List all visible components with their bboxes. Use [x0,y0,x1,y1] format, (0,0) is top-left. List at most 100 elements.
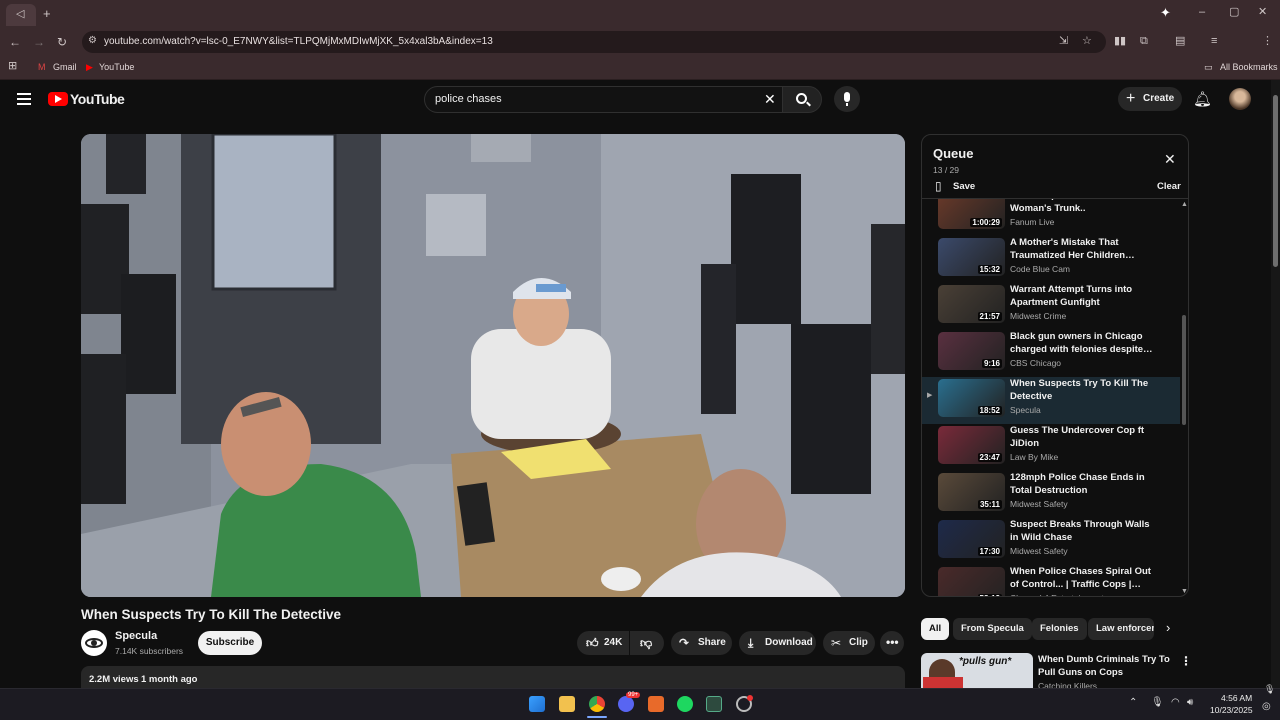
queue-item-thumbnail[interactable]: 21:57 [938,285,1005,323]
queue-item-duration: 23:47 [977,453,1002,462]
scroll-down-arrow-icon[interactable]: ▼ [1181,588,1188,595]
terminal-icon[interactable] [706,696,722,712]
clear-search-icon[interactable]: ✕ [764,91,776,108]
notification-center-icon[interactable]: ◎ [1262,701,1271,712]
minimize-icon[interactable]: – [1199,7,1205,18]
reload-icon[interactable]: ↻ [57,36,67,48]
queue-item[interactable]: 21:57 Warrant Attempt Turns into Apartmen… [922,283,1180,330]
save-bookmark-icon[interactable]: ▯ [935,179,942,193]
volume-icon[interactable]: 🔊︎ [1187,697,1193,708]
gemini-icon[interactable]: ✦ [1160,6,1171,19]
like-button[interactable]: 👍︎ 24K [577,631,629,655]
chip-felonies[interactable]: Felonies [1032,618,1087,640]
queue-item[interactable]: 17:30 Suspect Breaks Through Walls in Wil… [922,518,1180,565]
share-button[interactable]: ↷ Share [671,631,732,655]
queue-item[interactable]: 35:11 128mph Police Chase Ends in Total D… [922,471,1180,518]
queue-item-thumbnail[interactable]: 18:52 [938,379,1005,417]
close-queue-icon[interactable]: ✕ [1164,151,1176,168]
close-window-icon[interactable]: ✕ [1258,7,1267,18]
scroll-up-arrow-icon[interactable]: ▲ [1181,201,1188,208]
youtube-logo-icon[interactable] [48,92,68,106]
puzzle-icon[interactable]: ⧉ [1140,36,1148,47]
dislike-button[interactable]: 👎︎ [630,631,664,655]
chrome-icon[interactable] [589,696,605,712]
voice-search-button[interactable] [834,86,860,112]
bookmark-star-icon[interactable]: ☆ [1082,36,1092,47]
tray-mic-icon[interactable]: 🎙︎ [1151,697,1164,708]
browser-tab[interactable]: ◁ [6,4,36,26]
queue-item-thumbnail[interactable]: 35:11 [938,473,1005,511]
url-field[interactable]: ⚙ youtube.com/watch?v=lsc-0_E7NWY&list=T… [82,31,1106,53]
subscriber-count: 7.14K subscribers [115,646,184,656]
cast-icon[interactable]: ≡ [1211,36,1217,47]
channel-name[interactable]: Specula [115,630,157,642]
more-actions-button[interactable]: ••• [880,631,904,655]
app-a-icon[interactable] [648,696,664,712]
page-scrollbar-thumb[interactable] [1273,95,1278,267]
queue-save-button[interactable]: Save [953,181,975,192]
discord-icon[interactable] [618,696,634,712]
youtube-logo-text[interactable]: YouTube [70,91,125,107]
file-explorer-icon[interactable] [559,696,575,712]
queue-item-thumbnail[interactable]: 17:30 [938,520,1005,558]
chips-next-icon[interactable]: › [1166,620,1170,635]
extension-icon[interactable]: ▮▮ [1114,36,1126,47]
sidepanel-icon[interactable]: ▤ [1175,36,1185,47]
download-button[interactable]: ⤓ Download [739,631,816,655]
clip-button[interactable]: ✂ Clip [823,631,875,655]
windows-start-icon[interactable] [529,696,545,712]
account-avatar[interactable] [1229,88,1251,110]
queue-item-thumbnail[interactable]: 1:00:29 [938,199,1005,229]
all-bookmarks[interactable]: All Bookmarks [1220,61,1278,73]
queue-item[interactable]: 58:13 When Police Chases Spiral Out of Co… [922,565,1180,596]
chip-law-enforcement[interactable]: Law enforcem [1088,618,1154,640]
view-count: 2.2M views [89,674,139,685]
description-box[interactable]: 2.2M views 1 month ago [81,666,905,690]
bookmark-gmail[interactable]: Gmail [53,61,77,73]
menu-icon[interactable]: ⋮ [1262,36,1273,47]
queue-item-thumbnail[interactable]: 9:16 [938,332,1005,370]
maximize-icon[interactable]: ▢ [1229,7,1239,18]
queue-item[interactable]: ▶ 18:52 When Suspects Try To Kill The Dete… [922,377,1180,424]
site-info-icon[interactable]: ⚙ [88,36,97,46]
video-player[interactable] [81,134,905,597]
hamburger-menu-icon[interactable] [17,93,31,105]
wifi-icon[interactable]: ◠ [1171,697,1180,708]
search-value: police chases [435,93,502,105]
back-icon[interactable]: ← [9,36,21,48]
queue-item-thumbnail[interactable]: 58:13 [938,567,1005,596]
bookmark-youtube[interactable]: YouTube [99,61,134,73]
page-scrollbar-track[interactable] [1271,80,1280,688]
subscribe-button[interactable]: Subscribe [198,631,262,655]
queue-item-thumbnail[interactable]: 15:32 [938,238,1005,276]
recommended-more-icon[interactable]: ⋮ [1180,654,1192,668]
channel-avatar[interactable] [81,630,107,656]
install-icon[interactable]: ⇲ [1059,36,1068,47]
chip-from-specula[interactable]: From Specula [953,618,1032,640]
queue-item[interactable]: 9:16 Black gun owners in Chicago charged … [922,330,1180,377]
video-frame [81,134,905,597]
like-count: 24K [604,637,623,648]
spotify-icon[interactable] [677,696,693,712]
queue-item[interactable]: 15:32 A Mother's Mistake That Traumatized… [922,236,1180,283]
notifications-bell-icon[interactable]: 🔔︎ [1193,90,1212,108]
clock-date[interactable]: 10/23/2025 [1210,705,1253,715]
active-app-indicator [587,716,607,718]
queue-item-thumbnail[interactable]: 23:47 [938,426,1005,464]
queue-scrollbar[interactable] [1182,315,1186,425]
apps-grid-icon[interactable]: ⊞ [8,61,17,72]
recommended-thumbnail[interactable]: *pulls gun* [921,653,1033,688]
clock-time[interactable]: 4:56 AM [1221,693,1252,703]
queue-item[interactable]: 23:47 Guess The Undercover Cop ft JiDion L… [922,424,1180,471]
search-button[interactable] [782,86,822,113]
forward-icon[interactable]: → [33,36,45,48]
queue-clear-button[interactable]: Clear [1157,181,1181,192]
create-button[interactable]: + Create [1118,87,1182,111]
tray-overflow-icon[interactable]: ⌃ [1129,697,1137,708]
new-tab-icon[interactable]: + [43,7,51,20]
queue-item[interactable]: 1:00:29 When Cops Discover Bodies in a Wo… [922,199,1180,236]
chip-all[interactable]: All [921,618,950,640]
search-input[interactable]: police chases [424,86,786,113]
steam-badge [747,695,753,701]
recommended-title[interactable]: When Dumb Criminals Try To Pull Guns on … [1038,653,1170,679]
